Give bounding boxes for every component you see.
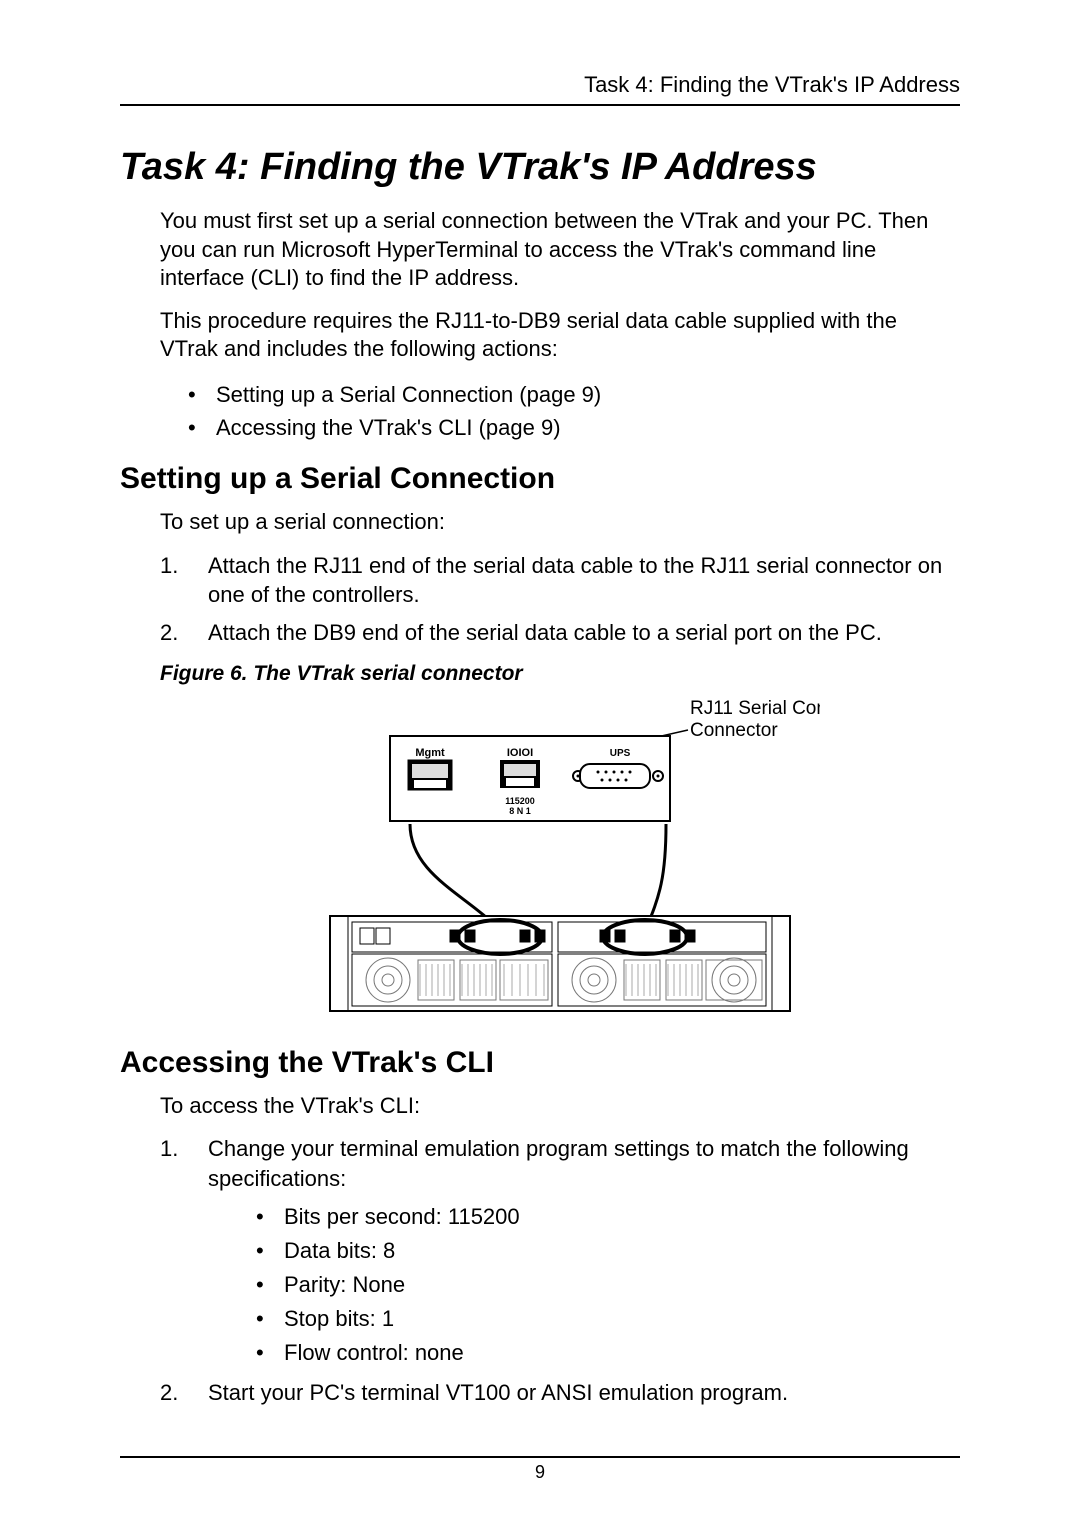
figure-caption: Figure 6. The VTrak serial connector (160, 662, 960, 686)
page-footer: 9 (120, 1456, 960, 1483)
callout-label: RJ11 Serial Connector (690, 698, 820, 719)
connector-panel: Mgmt IOIOI 115200 8 N 1 UPS (390, 736, 670, 821)
section2-lead: To access the VTrak's CLI: (160, 1092, 960, 1121)
section-heading-serial: Setting up a Serial Connection (120, 462, 960, 496)
baud-label: 115200 (505, 796, 535, 806)
section2-steps: Change your terminal emulation program s… (160, 1134, 960, 1408)
spec-item: Parity: None (256, 1268, 960, 1302)
step-item: Attach the DB9 end of the serial data ca… (160, 618, 960, 648)
intro-bullet-item: Accessing the VTrak's CLI (page 9) (188, 411, 960, 444)
spec-item: Flow control: none (256, 1336, 960, 1370)
framing-label: 8 N 1 (509, 806, 531, 816)
callout-label-line2: Connector (690, 720, 778, 741)
section1-steps: Attach the RJ11 end of the serial data c… (160, 551, 960, 648)
intro-paragraph-2: This procedure requires the RJ11-to-DB9 … (160, 307, 960, 364)
ups-label: UPS (610, 748, 631, 759)
spec-item: Stop bits: 1 (256, 1302, 960, 1336)
page-number: 9 (535, 1462, 545, 1482)
step-item: Start your PC's terminal VT100 or ANSI e… (160, 1378, 960, 1408)
db9-port-icon (580, 764, 650, 788)
leader-line (645, 824, 666, 931)
step-text: Change your terminal emulation program s… (208, 1136, 909, 1191)
spec-item: Bits per second: 115200 (256, 1200, 960, 1234)
section-heading-cli: Accessing the VTrak's CLI (120, 1046, 960, 1080)
body: You must first set up a serial connectio… (120, 207, 960, 1408)
page-title: Task 4: Finding the VTrak's IP Address (120, 146, 960, 189)
chassis-rear (330, 916, 790, 1011)
serial-connector-diagram: RJ11 Serial Connector Connector Mgmt IOI… (300, 696, 820, 1026)
running-head: Task 4: Finding the VTrak's IP Address (120, 72, 960, 106)
mgmt-label: Mgmt (415, 747, 445, 759)
figure-serial-connector: RJ11 Serial Connector Connector Mgmt IOI… (160, 696, 960, 1026)
terminal-specs-list: Bits per second: 115200 Data bits: 8 Par… (208, 1200, 960, 1370)
section1-lead: To set up a serial connection: (160, 508, 960, 537)
step-item: Change your terminal emulation program s… (160, 1134, 960, 1370)
ioioi-label: IOIOI (507, 747, 533, 759)
step-item: Attach the RJ11 end of the serial data c… (160, 551, 960, 610)
leader-line (410, 824, 500, 931)
spec-item: Data bits: 8 (256, 1234, 960, 1268)
intro-paragraph-1: You must first set up a serial connectio… (160, 207, 960, 293)
page: Task 4: Finding the VTrak's IP Address T… (0, 0, 1080, 1529)
intro-bullet-item: Setting up a Serial Connection (page 9) (188, 378, 960, 411)
intro-bullet-list: Setting up a Serial Connection (page 9) … (160, 378, 960, 444)
